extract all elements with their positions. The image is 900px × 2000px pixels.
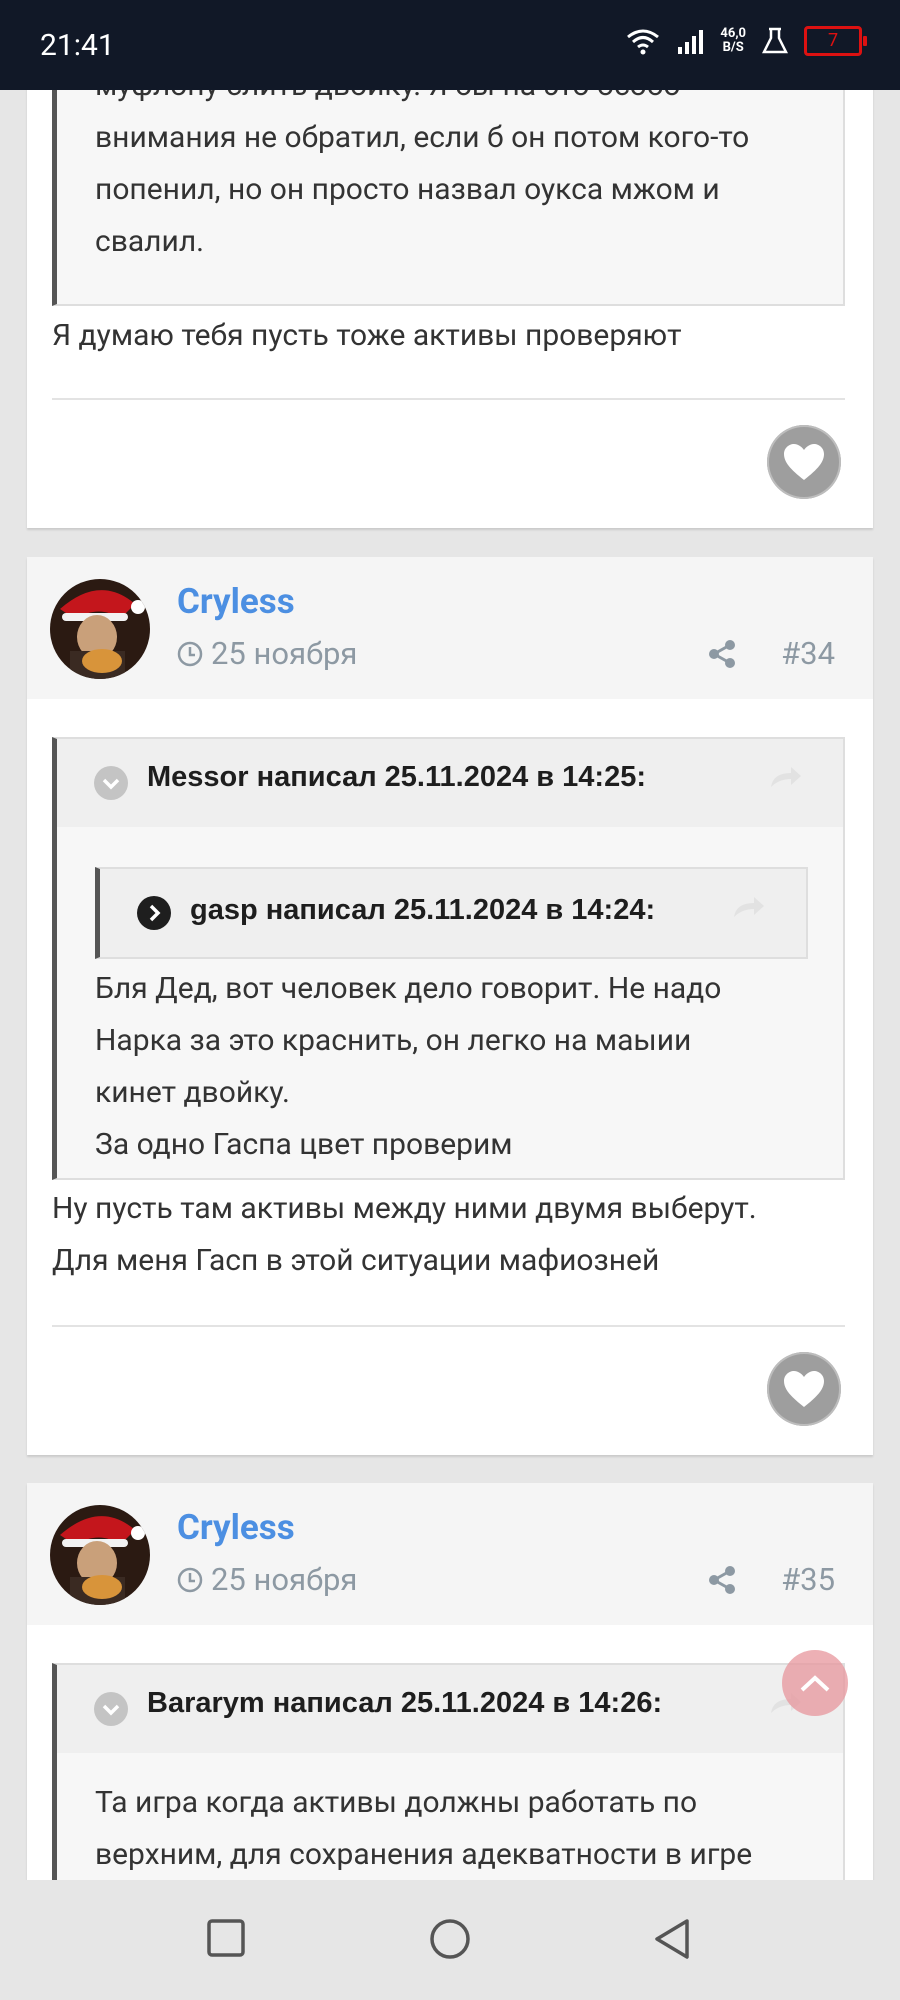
thread-view[interactable]: муфлону слить двойку. Я бы на это особо … <box>0 90 900 1880</box>
quote-line: попенил, но он просто назвал оукса мжом … <box>95 172 720 207</box>
quote-header[interactable]: Messor написал 25.11.2024 в 14:25: <box>57 739 843 827</box>
post-body: Ну пусть там активы между ними двумя выб… <box>52 1183 757 1287</box>
status-bar: 21:41 46,0 B/S 7 <box>0 0 900 90</box>
divider <box>52 398 845 400</box>
reply-arrow-icon[interactable] <box>769 765 803 789</box>
post-number[interactable]: #34 <box>781 635 835 672</box>
chevron-down-icon[interactable] <box>93 765 129 801</box>
quote-line: верхним, для сохранения адекватности в и… <box>95 1837 753 1872</box>
net-speed: 46,0 B/S <box>720 27 746 55</box>
quote-line: За одно Гаспа цвет проверим <box>95 1127 513 1162</box>
quote-text: Бля Дед, вот человек дело говорит. Не на… <box>95 963 721 1171</box>
author-name[interactable]: Cryless <box>177 1507 295 1548</box>
post-header: Cryless 25 ноября #34 <box>27 557 873 699</box>
quote-line: Бля Дед, вот человек дело говорит. Не на… <box>95 971 722 1006</box>
system-nav-bar <box>0 1880 900 2000</box>
body-line: Ну пусть там активы между ними двумя выб… <box>52 1191 757 1226</box>
quote-line: внимания не обратил, если б он потом ког… <box>95 120 750 155</box>
wifi-icon <box>627 29 660 55</box>
avatar[interactable] <box>50 1505 150 1605</box>
post-date-text: 25 ноября <box>211 1561 358 1598</box>
quote-title: Messor написал 25.11.2024 в 14:25: <box>147 761 646 793</box>
net-speed-unit: B/S <box>722 40 744 55</box>
quote-block: Bararym написал 25.11.2024 в 14:26: Та и… <box>52 1663 845 1880</box>
body-line: Я думаю тебя пусть тоже активы проверяют <box>52 318 682 353</box>
nested-quote[interactable]: gasp написал 25.11.2024 в 14:24: <box>95 867 808 959</box>
chevron-up-icon <box>800 1675 830 1692</box>
post-card: муфлону слить двойку. Я бы на это особо … <box>27 90 873 528</box>
quote-block: муфлону слить двойку. Я бы на это особо … <box>52 90 845 306</box>
post-number[interactable]: #35 <box>781 1561 835 1598</box>
author-name[interactable]: Cryless <box>177 581 295 622</box>
divider <box>52 1325 845 1327</box>
status-icons: 46,0 B/S 7 <box>626 26 867 56</box>
circle-nav-icon[interactable] <box>429 1918 471 1960</box>
heart-icon <box>784 1371 824 1407</box>
post-card: Cryless 25 ноября #34 Messor написал 25.… <box>27 557 873 1455</box>
status-time: 21:41 <box>40 28 115 63</box>
quote-text: Та игра когда активы должны работать по … <box>95 1777 752 1880</box>
clock-icon <box>177 1567 203 1592</box>
post-date: 25 ноября <box>177 1561 357 1598</box>
quote-text: муфлону слить двойку. Я бы на это особо … <box>95 90 749 268</box>
like-button[interactable] <box>767 1352 841 1426</box>
post-card: Cryless 25 ноября #35 Bararym написал 25… <box>27 1483 873 1880</box>
post-body: Я думаю тебя пусть тоже активы проверяют <box>52 310 682 362</box>
quote-line: Та игра когда активы должны работать по <box>95 1785 698 1820</box>
scroll-top-button[interactable] <box>782 1650 848 1716</box>
net-speed-value: 46,0 <box>720 26 746 41</box>
chevron-right-icon[interactable] <box>136 895 172 931</box>
share-icon[interactable] <box>707 639 737 669</box>
avatar[interactable] <box>50 579 150 679</box>
heart-icon <box>784 444 824 480</box>
quote-line: свалил. <box>95 224 205 259</box>
square-nav-icon[interactable] <box>206 1918 246 1958</box>
chevron-down-icon[interactable] <box>93 1691 129 1727</box>
quote-line: муфлону слить двойку. Я бы на это особо <box>95 90 749 112</box>
body-line: Для меня Гасп в этой ситуации мафиозней <box>52 1243 660 1278</box>
share-icon[interactable] <box>707 1565 737 1595</box>
reply-arrow-icon[interactable] <box>732 895 766 919</box>
quote-block: Messor написал 25.11.2024 в 14:25: gasp … <box>52 737 845 1180</box>
quote-line: кинет двойку. <box>95 1075 290 1110</box>
quote-title: Bararym написал 25.11.2024 в 14:26: <box>147 1687 663 1719</box>
like-button[interactable] <box>767 425 841 499</box>
post-date: 25 ноября <box>177 635 357 672</box>
back-nav-icon[interactable] <box>652 1918 692 1960</box>
nested-quote-title: gasp написал 25.11.2024 в 14:24: <box>190 894 656 926</box>
battery-icon: 7 <box>804 26 867 56</box>
post-date-text: 25 ноября <box>211 635 358 672</box>
quote-line: Нарка за это краснить, он легко на маыии <box>95 1023 692 1058</box>
flask-icon <box>762 27 788 54</box>
post-header: Cryless 25 ноября #35 <box>27 1483 873 1625</box>
quote-header[interactable]: Bararym написал 25.11.2024 в 14:26: <box>57 1665 843 1753</box>
clock-icon <box>177 641 203 666</box>
signal-icon <box>678 30 704 54</box>
